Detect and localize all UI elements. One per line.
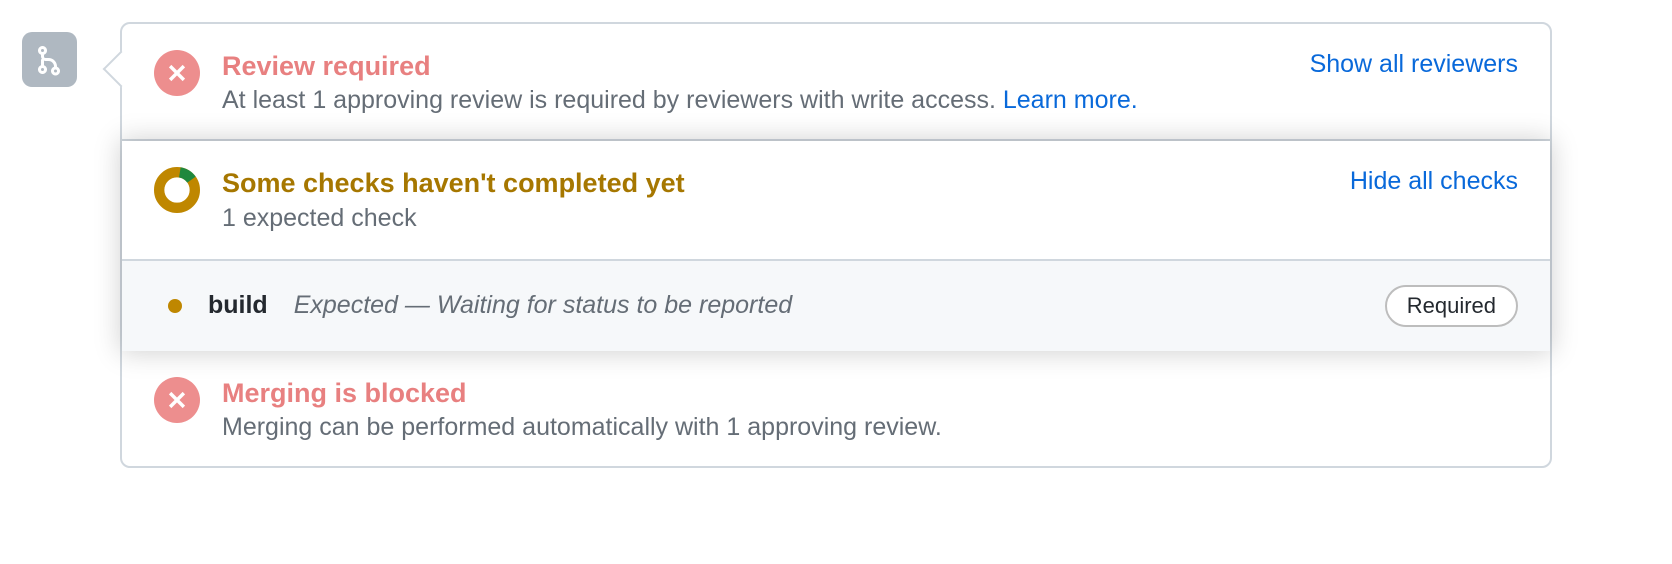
blocked-description: Merging can be performed automatically w… (222, 413, 1518, 442)
x-icon (166, 62, 188, 84)
blocked-title: Merging is blocked (222, 375, 1518, 411)
review-title: Review required (222, 48, 1288, 84)
check-status-text: Expected — Waiting for status to be repo… (294, 291, 1359, 320)
review-description-text: At least 1 approving review is required … (222, 86, 1003, 114)
checks-description: 1 expected check (222, 204, 1328, 233)
x-icon (166, 389, 188, 411)
review-required-section: Review required At least 1 approving rev… (122, 24, 1550, 141)
status-dot-pending-icon (168, 299, 182, 313)
blocked-content: Merging is blocked Merging can be perfor… (222, 375, 1518, 442)
check-row[interactable]: build Expected — Waiting for status to b… (122, 259, 1550, 351)
merge-status-panel: Review required At least 1 approving rev… (120, 22, 1552, 468)
required-badge: Required (1385, 285, 1518, 327)
review-content: Review required At least 1 approving rev… (222, 48, 1288, 115)
show-all-reviewers-link[interactable]: Show all reviewers (1310, 50, 1518, 79)
learn-more-link[interactable]: Learn more. (1003, 86, 1138, 114)
checks-content: Some checks haven't completed yet 1 expe… (222, 165, 1328, 232)
checks-progress-donut (154, 167, 200, 213)
review-description: At least 1 approving review is required … (222, 86, 1288, 115)
status-badge-error (154, 50, 200, 96)
checks-header: Some checks haven't completed yet 1 expe… (122, 141, 1550, 258)
hide-all-checks-link[interactable]: Hide all checks (1350, 167, 1518, 196)
checks-section: Some checks haven't completed yet 1 expe… (122, 141, 1550, 350)
check-name: build (208, 291, 268, 320)
status-badge-error (154, 377, 200, 423)
merging-blocked-section: Merging is blocked Merging can be perfor… (122, 351, 1550, 466)
git-merge-icon (34, 44, 66, 76)
checks-title: Some checks haven't completed yet (222, 165, 1328, 201)
merge-timeline-badge (22, 32, 77, 87)
